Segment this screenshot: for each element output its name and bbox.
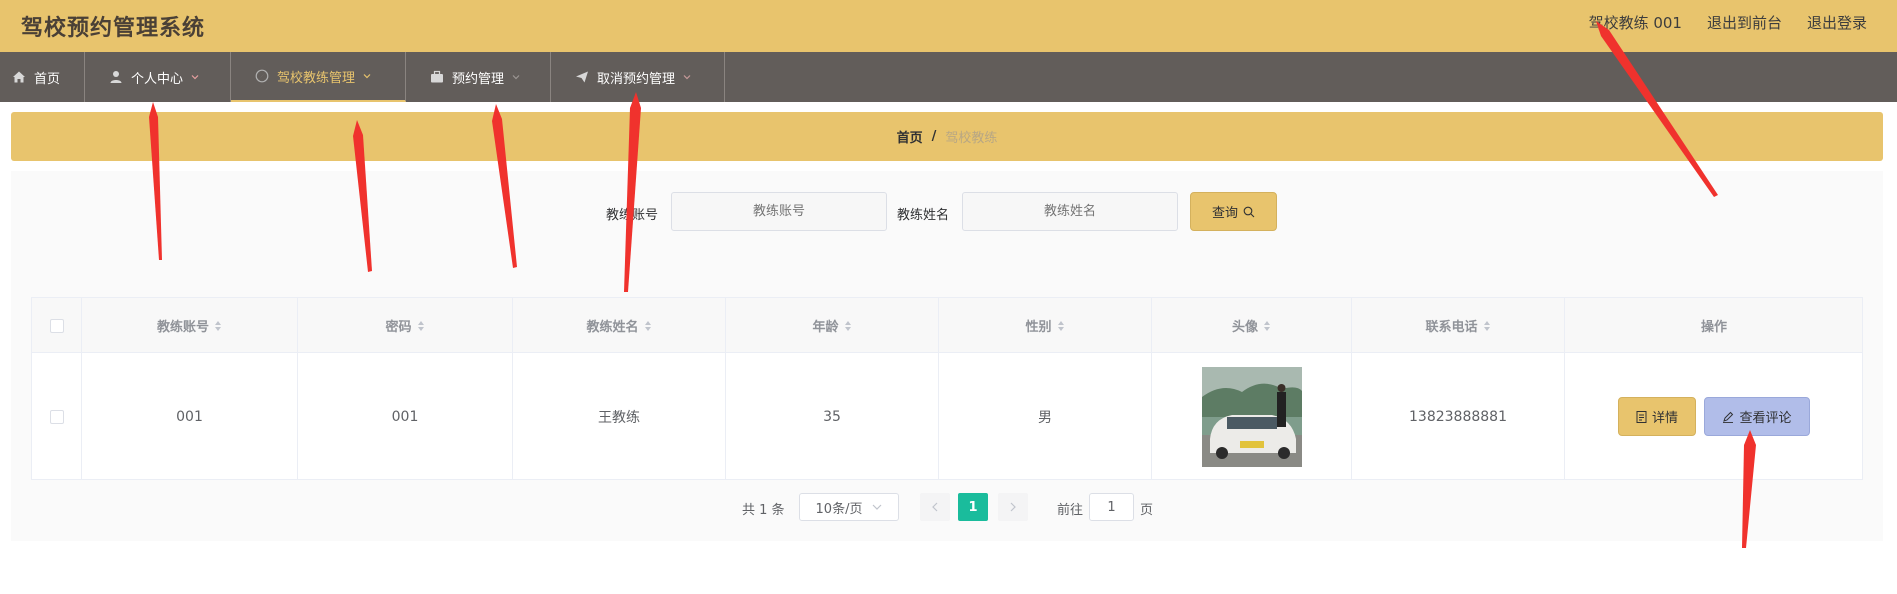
chevron-down-icon — [512, 75, 520, 80]
cell-gender: 男 — [939, 353, 1152, 480]
cell-name: 王教练 — [513, 353, 726, 480]
briefcase-icon — [431, 70, 443, 83]
chevron-down-icon — [683, 75, 691, 80]
header-actions: 驾校教练 001 退出到前台 退出登录 — [1589, 12, 1867, 33]
coach-account-label: 教练账号 — [606, 208, 659, 223]
nav-item-reservation-management[interactable]: 预约管理 — [406, 52, 551, 102]
nav-item-label: 取消预约管理 — [597, 71, 676, 87]
column-header-label: 联系电话 — [1425, 320, 1478, 335]
user-icon — [110, 71, 122, 83]
query-button[interactable]: 查询 — [1190, 192, 1277, 231]
cell-actions: 详情 查看评论 — [1565, 353, 1863, 480]
chevron-down-icon — [873, 504, 882, 510]
current-user-label: 驾校教练 001 — [1588, 14, 1682, 32]
main-nav: 首页 个人中心 驾校教练管理 预约管理 取消预约管理 — [0, 52, 1897, 102]
next-page-button[interactable] — [998, 493, 1028, 521]
cell-phone: 13823888881 — [1352, 353, 1565, 480]
column-header-label: 密码 — [385, 320, 412, 335]
compass-icon — [255, 69, 269, 83]
back-to-front-link[interactable]: 退出到前台 — [1707, 12, 1782, 33]
sort-icon[interactable] — [844, 320, 852, 332]
nav-item-label: 预约管理 — [452, 71, 505, 87]
avatar[interactable] — [1201, 366, 1302, 467]
sort-icon[interactable] — [214, 320, 222, 332]
column-header-phone[interactable]: 联系电话 — [1352, 298, 1565, 353]
column-header-name[interactable]: 教练姓名 — [513, 298, 726, 353]
nav-item-label: 首页 — [34, 71, 61, 87]
nav-item-personal-center[interactable]: 个人中心 — [85, 52, 231, 102]
chevron-down-icon — [191, 75, 199, 80]
goto-page-input[interactable] — [1089, 493, 1134, 521]
select-all-checkbox[interactable] — [49, 318, 64, 333]
column-header-label: 教练账号 — [156, 320, 209, 335]
query-button-label: 查询 — [1211, 206, 1238, 221]
logout-link[interactable]: 退出登录 — [1807, 12, 1867, 33]
view-comments-button[interactable]: 查看评论 — [1704, 397, 1810, 436]
column-header-label: 年龄 — [812, 320, 839, 335]
page-size-select[interactable]: 10条/页 — [799, 493, 899, 521]
top-header: 驾校预约管理系统 驾校教练 001 退出到前台 退出登录 — [0, 0, 1897, 52]
column-header-label: 性别 — [1025, 320, 1052, 335]
chevron-right-icon — [1010, 502, 1016, 512]
page-unit-label: 页 — [1140, 503, 1154, 518]
nav-item-cancel-reservation[interactable]: 取消预约管理 — [551, 52, 725, 102]
cell-avatar — [1152, 353, 1352, 480]
breadcrumb-home[interactable]: 首页 — [897, 127, 923, 146]
app-title: 驾校预约管理系统 — [21, 16, 206, 41]
detail-button[interactable]: 详情 — [1618, 397, 1696, 436]
sort-icon[interactable] — [1263, 320, 1271, 332]
nav-item-home[interactable]: 首页 — [0, 52, 85, 102]
coach-table: 教练账号 密码 教练姓名 年龄 性别 头像 联系电话 操作 001 001 王教… — [31, 297, 1863, 480]
sort-icon[interactable] — [1057, 320, 1065, 332]
edit-icon — [1723, 411, 1734, 423]
page-size-value: 10条/页 — [815, 501, 863, 517]
prev-page-button[interactable] — [920, 493, 950, 521]
nav-item-label: 驾校教练管理 — [277, 70, 356, 86]
coach-name-label: 教练姓名 — [897, 208, 950, 223]
column-header-label: 头像 — [1231, 320, 1258, 335]
column-header-account[interactable]: 教练账号 — [82, 298, 298, 353]
sort-icon[interactable] — [644, 320, 652, 332]
view-comments-label: 查看评论 — [1739, 411, 1792, 426]
pagination: 共 1 条 10条/页 1 前往 页 — [0, 491, 1897, 521]
column-header-label: 操作 — [1700, 320, 1727, 335]
table-header: 教练账号 密码 教练姓名 年龄 性别 头像 联系电话 操作 — [32, 298, 1862, 353]
chevron-down-icon — [363, 74, 371, 79]
cell-password: 001 — [298, 353, 513, 480]
search-icon — [1243, 206, 1255, 217]
coach-account-input[interactable] — [671, 192, 887, 231]
cell-account: 001 — [82, 353, 298, 480]
nav-item-coach-management[interactable]: 驾校教练管理 — [231, 52, 406, 102]
send-icon — [576, 71, 588, 83]
sort-icon[interactable] — [417, 320, 425, 332]
detail-button-label: 详情 — [1651, 411, 1678, 426]
goto-label: 前往 — [1057, 503, 1084, 518]
nav-item-label: 个人中心 — [131, 71, 184, 87]
column-header-age[interactable]: 年龄 — [726, 298, 939, 353]
select-all-cell — [32, 298, 82, 353]
sort-icon[interactable] — [1483, 320, 1491, 332]
page-number-current[interactable]: 1 — [958, 493, 988, 521]
document-icon — [1636, 410, 1647, 423]
coach-name-input[interactable] — [962, 192, 1178, 231]
home-icon — [13, 71, 25, 83]
column-header-password[interactable]: 密码 — [298, 298, 513, 353]
breadcrumb: 首页 / 驾校教练 — [11, 112, 1883, 161]
total-count: 共 1 条 — [742, 503, 785, 518]
row-checkbox[interactable] — [49, 409, 64, 424]
breadcrumb-separator: / — [931, 129, 937, 144]
column-header-avatar[interactable]: 头像 — [1152, 298, 1352, 353]
cell-age: 35 — [726, 353, 939, 480]
search-form: 教练账号 教练姓名 查询 — [0, 192, 1897, 232]
column-header-gender[interactable]: 性别 — [939, 298, 1152, 353]
row-select-cell — [32, 353, 82, 480]
chevron-left-icon — [932, 502, 938, 512]
column-header-label: 教练姓名 — [586, 320, 639, 335]
column-header-actions: 操作 — [1565, 298, 1863, 353]
breadcrumb-current: 驾校教练 — [945, 131, 998, 146]
